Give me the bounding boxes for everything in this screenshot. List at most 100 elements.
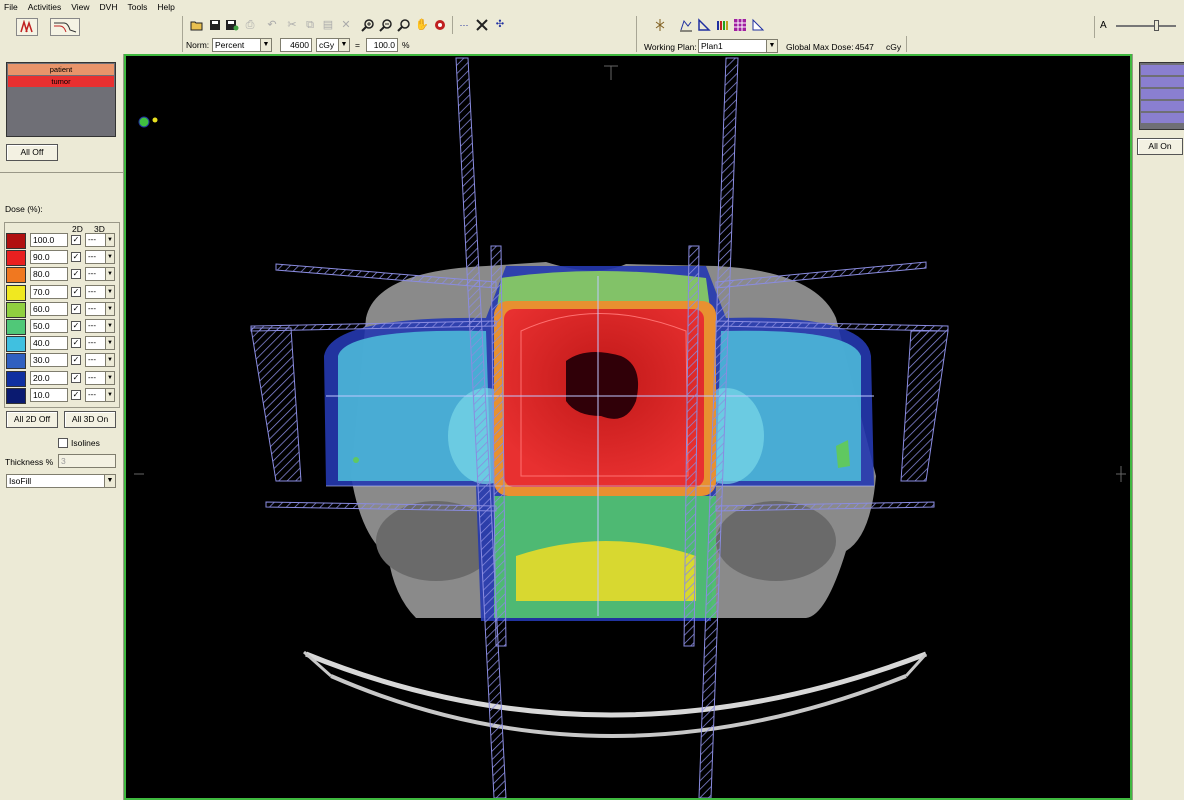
cut-icon[interactable]: ✂ xyxy=(284,17,300,33)
paste-icon[interactable]: ▤ xyxy=(320,17,336,33)
norm-percent-input[interactable]: 100.0 xyxy=(366,38,398,52)
dose-2d-checkbox[interactable]: ✓ xyxy=(71,372,81,383)
dose-2d-checkbox[interactable]: ✓ xyxy=(71,303,81,314)
undo-icon[interactable]: ↶ xyxy=(264,17,280,33)
crosshair-icon[interactable] xyxy=(474,17,490,33)
dose-3d-select[interactable]: --- ▼ xyxy=(85,387,115,402)
dose-value-input[interactable]: 40.0 xyxy=(30,336,68,351)
zoom-in-icon[interactable] xyxy=(360,17,376,33)
dose-color-swatch[interactable] xyxy=(6,387,26,404)
structure-tumor[interactable]: tumor xyxy=(8,76,114,87)
dose-value-input[interactable]: 100.0 xyxy=(30,233,68,247)
all-on-button[interactable]: All On xyxy=(1137,138,1183,155)
dose-value-input[interactable]: 20.0 xyxy=(30,370,68,385)
open-icon[interactable] xyxy=(189,17,205,33)
dose-2d-checkbox[interactable]: ✓ xyxy=(71,389,81,400)
dose-value-input[interactable]: 70.0 xyxy=(30,284,68,299)
dose-value-input[interactable]: 30.0 xyxy=(30,353,68,368)
opacity-slider-thumb[interactable] xyxy=(1154,20,1159,31)
dose-2d-checkbox[interactable]: ✓ xyxy=(71,338,81,349)
dose-color-swatch[interactable] xyxy=(6,267,26,284)
dose-value-input[interactable]: 90.0 xyxy=(30,250,68,265)
dose-3d-select[interactable]: --- ▼ xyxy=(85,250,115,265)
render-mode-select[interactable]: IsoFill ▼ xyxy=(6,474,116,488)
save-icon[interactable] xyxy=(207,17,223,33)
dose-value-input[interactable]: 60.0 xyxy=(30,301,68,316)
dose-title: Dose (%): xyxy=(5,204,43,214)
beam-list-item[interactable] xyxy=(1141,113,1184,123)
all-2d-off-button[interactable]: All 2D Off xyxy=(6,411,58,428)
dvh-view-icon[interactable] xyxy=(50,18,80,36)
wedge-icon[interactable] xyxy=(696,17,712,33)
isolines-checkbox[interactable] xyxy=(58,438,68,448)
thickness-input[interactable]: 3 xyxy=(58,454,116,468)
dose-3d-select[interactable]: --- ▼ xyxy=(85,233,115,247)
dose-3d-select[interactable]: --- ▼ xyxy=(85,284,115,299)
beam-list-item[interactable] xyxy=(1141,77,1184,87)
norm-mode-select[interactable]: Percent ▼ xyxy=(212,38,272,52)
print-icon[interactable]: ⎙ xyxy=(242,17,258,33)
triangle-icon[interactable] xyxy=(750,17,766,33)
dose-2d-checkbox[interactable]: ✓ xyxy=(71,286,81,297)
dose-2d-checkbox[interactable]: ✓ xyxy=(71,269,81,280)
dose-3d-select[interactable]: --- ▼ xyxy=(85,336,115,351)
grid-icon[interactable] xyxy=(732,17,748,33)
orientation-widget-icon[interactable] xyxy=(138,116,150,128)
dose-3d-select[interactable]: --- ▼ xyxy=(85,301,115,316)
beam-list-item[interactable] xyxy=(1141,101,1184,111)
working-plan-select[interactable]: Plan1 ▼ xyxy=(698,39,778,53)
dose-3d-select[interactable]: --- ▼ xyxy=(85,319,115,333)
dose-color-swatch[interactable] xyxy=(6,284,26,301)
menu-bar: File Activities View DVH Tools Help xyxy=(0,0,1184,14)
structure-patient[interactable]: patient xyxy=(8,64,114,75)
save-as-icon[interactable] xyxy=(224,17,240,33)
dose-value-input[interactable]: 80.0 xyxy=(30,267,68,282)
dose-3d-value: --- xyxy=(88,338,96,348)
measure-icon[interactable]: ⋯ xyxy=(456,17,472,33)
menu-activities[interactable]: Activities xyxy=(28,2,62,12)
dose-2d-checkbox[interactable]: ✓ xyxy=(71,252,81,263)
chevron-down-icon: ▼ xyxy=(766,40,777,52)
menu-file[interactable]: File xyxy=(4,2,18,12)
plan-view-icon[interactable] xyxy=(16,18,38,36)
zoom-out-icon[interactable] xyxy=(378,17,394,33)
zoom-fit-icon[interactable] xyxy=(396,17,412,33)
bar-chart-icon[interactable] xyxy=(714,17,730,33)
copy-icon[interactable]: ⧉ xyxy=(302,17,318,33)
dose-2d-checkbox[interactable]: ✓ xyxy=(71,355,81,366)
beam-icon[interactable] xyxy=(652,17,668,33)
menu-help[interactable]: Help xyxy=(157,2,174,12)
beam-list-item[interactable] xyxy=(1141,65,1184,75)
dose-3d-select[interactable]: --- ▼ xyxy=(85,370,115,385)
reset-view-icon[interactable] xyxy=(432,17,448,33)
point-icon[interactable]: ✣ xyxy=(492,17,508,33)
dose-color-swatch[interactable] xyxy=(6,233,26,249)
all-off-button[interactable]: All Off xyxy=(6,144,58,161)
dose-2d-checkbox[interactable]: ✓ xyxy=(71,235,81,245)
menu-view[interactable]: View xyxy=(71,2,89,12)
menu-dvh[interactable]: DVH xyxy=(100,2,118,12)
pan-hand-icon[interactable]: ✋ xyxy=(414,17,430,33)
dose-color-swatch[interactable] xyxy=(6,250,26,267)
dose-color-swatch[interactable] xyxy=(6,319,26,335)
dose-3d-value: --- xyxy=(88,372,96,382)
dose-3d-select[interactable]: --- ▼ xyxy=(85,267,115,282)
opacity-slider-track[interactable] xyxy=(1116,25,1176,27)
dvh-icon[interactable] xyxy=(678,17,694,33)
dose-color-swatch[interactable] xyxy=(6,301,26,318)
beam-list-item[interactable] xyxy=(1141,89,1184,99)
dose-3d-select[interactable]: --- ▼ xyxy=(85,353,115,368)
all-3d-on-button[interactable]: All 3D On xyxy=(64,411,116,428)
dose-2d-checkbox[interactable]: ✓ xyxy=(71,321,81,331)
delete-icon[interactable]: ✕ xyxy=(338,17,354,33)
dose-level-row: 20.0 ✓ --- ▼ xyxy=(6,370,116,387)
norm-unit-select[interactable]: cGy ▼ xyxy=(316,38,350,52)
norm-dose-input[interactable]: 4600 xyxy=(280,38,312,52)
ct-viewport[interactable] xyxy=(124,54,1132,800)
dose-value-input[interactable]: 10.0 xyxy=(30,387,68,402)
dose-color-swatch[interactable] xyxy=(6,370,26,387)
menu-tools[interactable]: Tools xyxy=(127,2,147,12)
dose-color-swatch[interactable] xyxy=(6,353,26,370)
dose-color-swatch[interactable] xyxy=(6,336,26,353)
dose-value-input[interactable]: 50.0 xyxy=(30,319,68,333)
